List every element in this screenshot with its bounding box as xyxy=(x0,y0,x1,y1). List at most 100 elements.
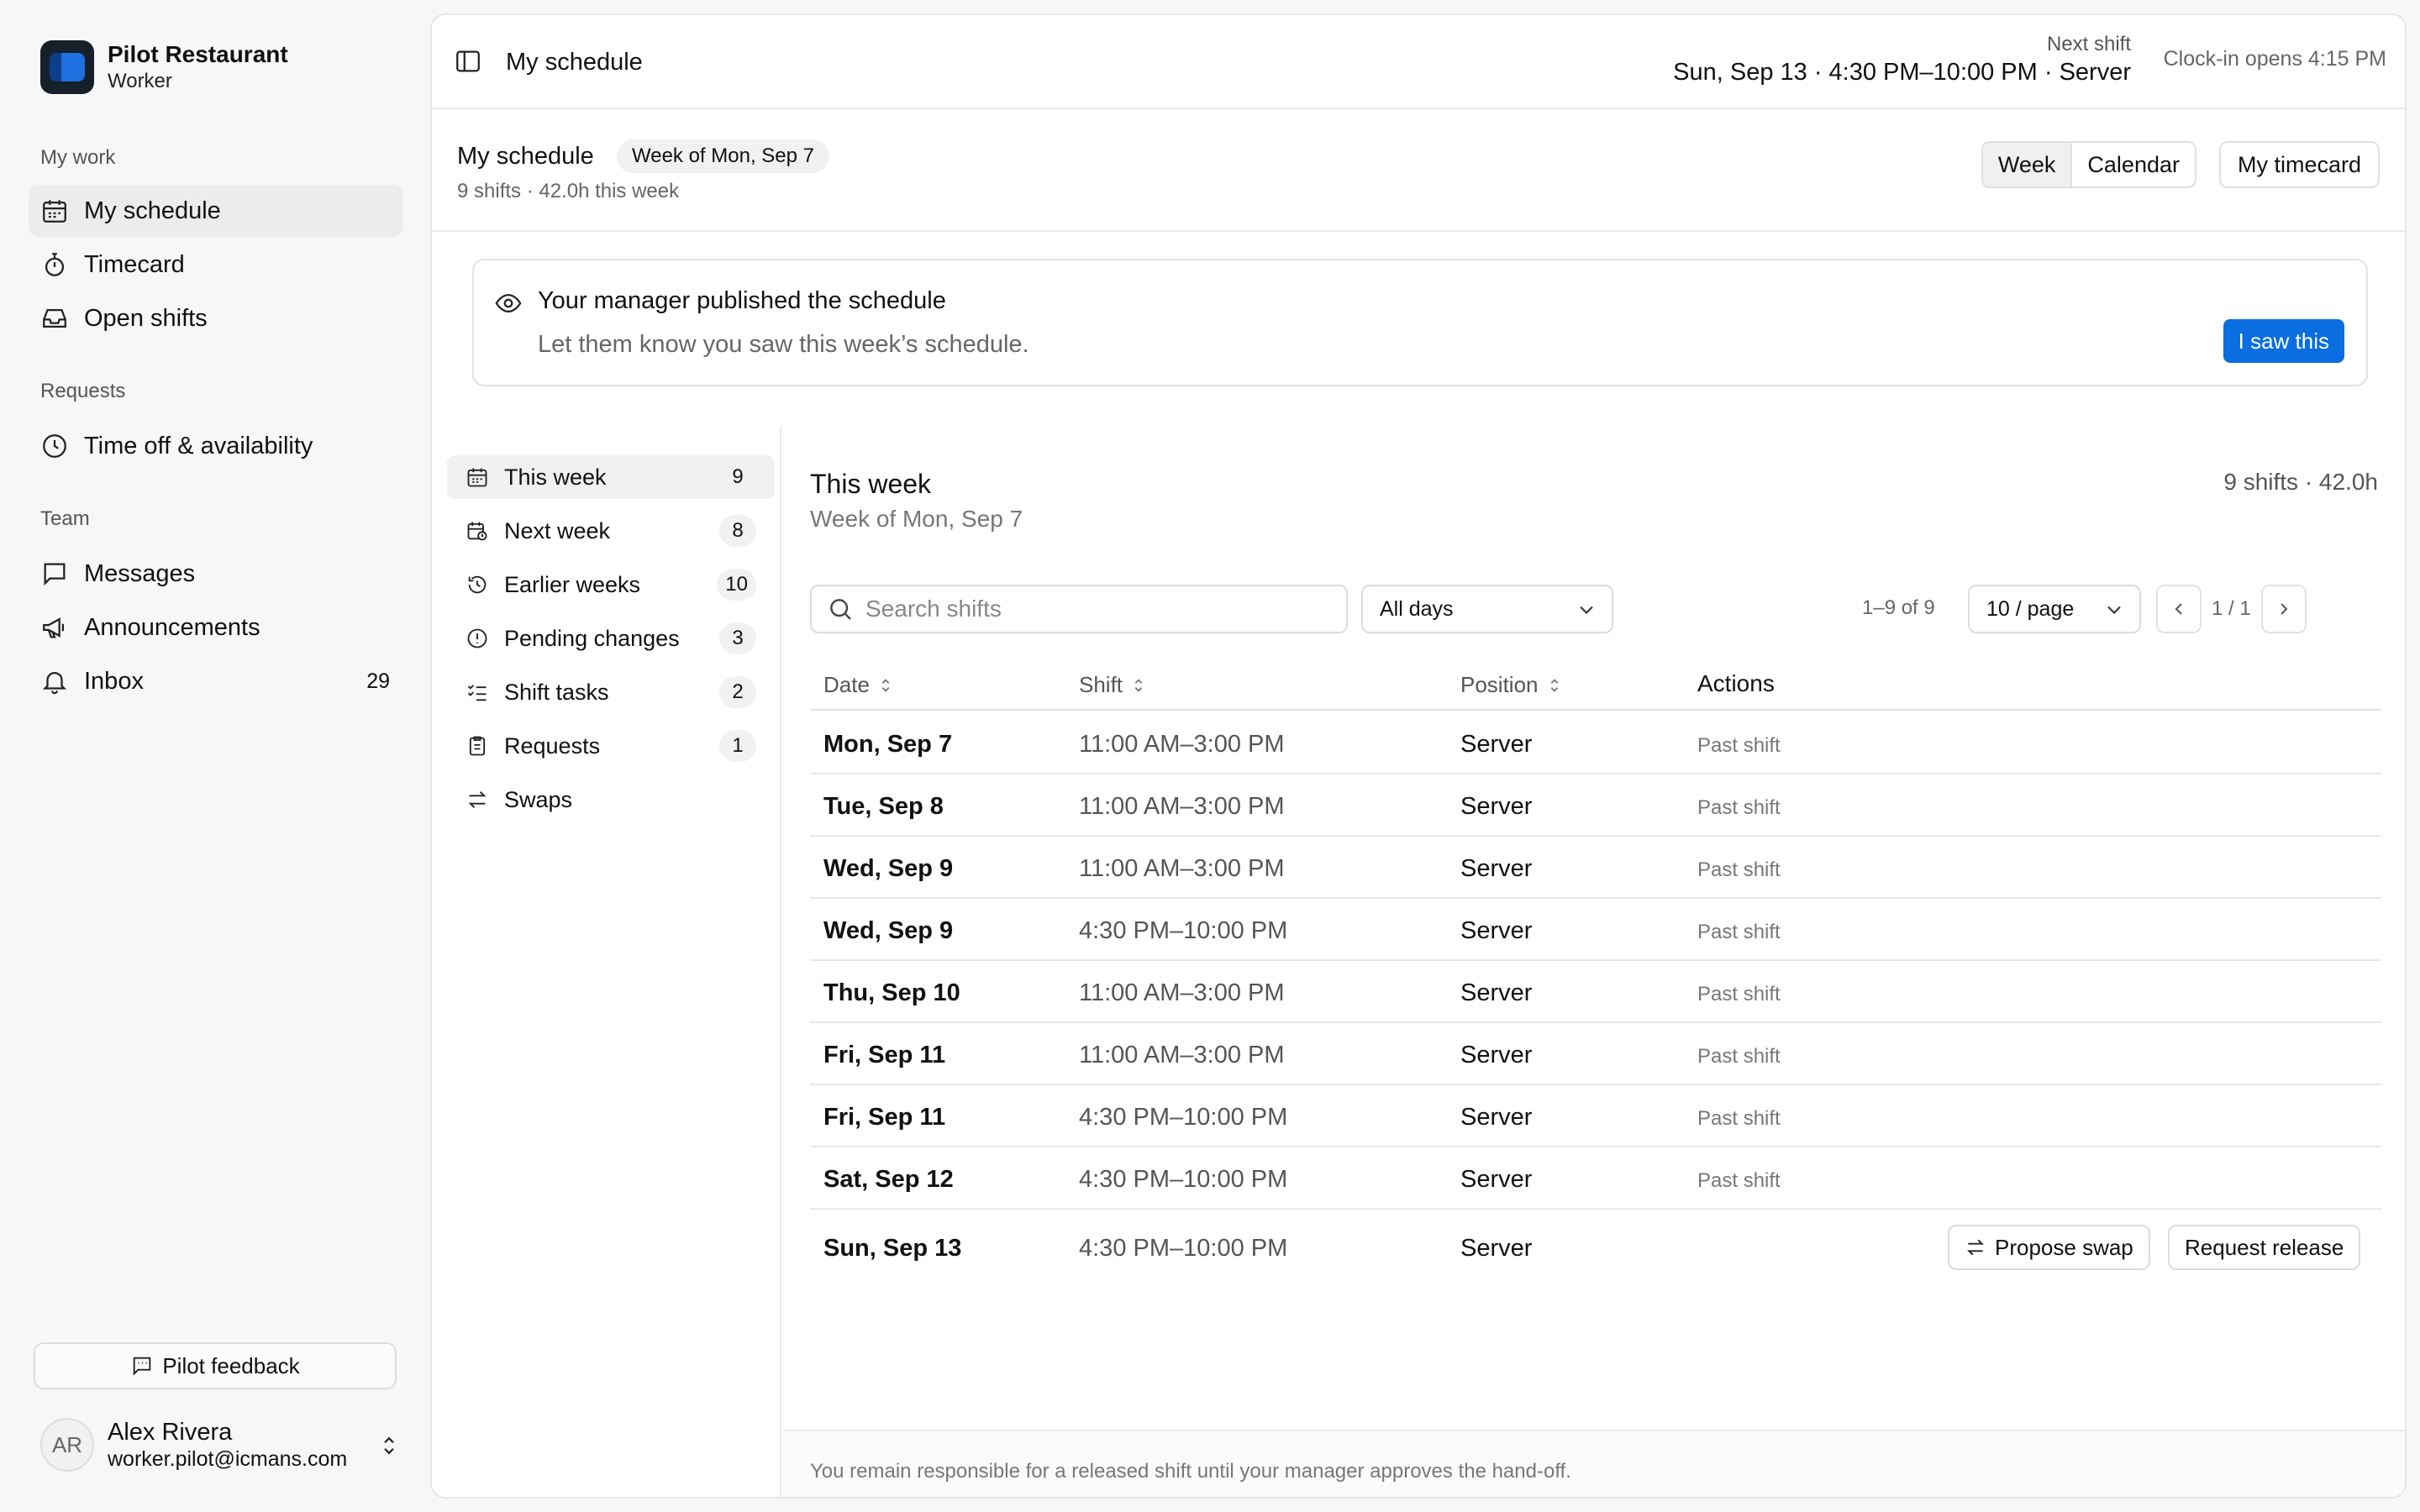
search-icon xyxy=(827,596,854,622)
brand[interactable]: Pilot Restaurant Worker xyxy=(40,40,288,94)
sidebar-item-label: Announcements xyxy=(84,613,260,641)
my-timecard-button[interactable]: My timecard xyxy=(2218,141,2380,188)
schedule-published-notice: Your manager published the schedule Let … xyxy=(472,259,2368,386)
user-menu[interactable]: AR Alex Rivera worker.pilot@icmans.com xyxy=(40,1418,402,1472)
submenu-count: 8 xyxy=(719,515,756,547)
submenu-requests[interactable]: Requests 1 xyxy=(447,724,775,768)
next-page-button[interactable] xyxy=(2260,585,2307,633)
row-status: Past shift xyxy=(1697,921,1781,943)
table-row: Fri, Sep 11 11:00 AM–3:00 PM Server Past… xyxy=(810,1023,2381,1085)
swap-icon xyxy=(1965,1236,1986,1258)
row-shift: 4:30 PM–10:00 PM xyxy=(1079,917,1288,944)
prev-page-button[interactable] xyxy=(2156,585,2202,633)
submenu-pending-changes[interactable]: Pending changes 3 xyxy=(447,617,775,660)
row-position: Server xyxy=(1460,855,1533,882)
sort-icon xyxy=(1134,678,1143,692)
submenu-swaps[interactable]: Swaps xyxy=(447,778,775,822)
checklist-icon xyxy=(466,680,489,704)
day-filter-value: All days xyxy=(1380,596,1454,621)
sidebar-item-label: Time off & availability xyxy=(84,432,313,459)
sort-icon xyxy=(1550,678,1558,692)
column-actions: Actions xyxy=(1697,670,1775,696)
row-shift: 4:30 PM–10:00 PM xyxy=(1079,1104,1288,1131)
submenu-label: Shift tasks xyxy=(504,679,609,705)
row-date: Sun, Sep 13 xyxy=(823,1235,962,1262)
footer-note-text: You remain responsible for a released sh… xyxy=(810,1460,1571,1483)
view-toggle: Week Calendar xyxy=(1981,141,2196,188)
calendar-icon xyxy=(40,197,69,225)
sidebar-item-inbox[interactable]: Inbox 29 xyxy=(29,655,403,707)
row-status: Past shift xyxy=(1697,1169,1781,1192)
day-filter-select[interactable]: All days xyxy=(1361,585,1613,633)
search-input[interactable] xyxy=(865,596,1319,622)
bell-icon xyxy=(40,667,69,696)
submenu-this-week[interactable]: This week 9 xyxy=(447,455,775,499)
row-shift: 11:00 AM–3:00 PM xyxy=(1079,855,1285,882)
table-row: Wed, Sep 9 4:30 PM–10:00 PM Server Past … xyxy=(810,899,2381,961)
row-shift: 4:30 PM–10:00 PM xyxy=(1079,1166,1288,1193)
sidebar-toggle-icon[interactable] xyxy=(454,47,482,76)
column-shift[interactable]: Shift xyxy=(1079,672,1148,698)
view-calendar-button[interactable]: Calendar xyxy=(2072,143,2195,186)
subheader: My schedule Week of Mon, Sep 7 9 shifts … xyxy=(432,109,2405,232)
section-my-work: My work xyxy=(40,146,116,169)
submenu-label: This week xyxy=(504,464,607,490)
message-icon xyxy=(40,559,69,588)
chevron-down-icon xyxy=(1575,598,1598,622)
megaphone-icon xyxy=(40,613,69,642)
propose-swap-label: Propose swap xyxy=(1995,1234,2133,1260)
table-row: Fri, Sep 11 4:30 PM–10:00 PM Server Past… xyxy=(810,1085,2381,1147)
submenu-next-week[interactable]: Next week 8 xyxy=(447,509,775,553)
column-date[interactable]: Date xyxy=(823,672,895,698)
inbox-tray-icon xyxy=(40,304,69,333)
notice-subtitle: Let them know you saw this week’s schedu… xyxy=(538,331,1029,358)
table-row: Wed, Sep 9 11:00 AM–3:00 PM Server Past … xyxy=(810,837,2381,899)
submenu-label: Requests xyxy=(504,732,601,759)
column-position[interactable]: Position xyxy=(1460,672,1564,698)
inbox-count: 29 xyxy=(366,669,390,693)
stopwatch-icon xyxy=(40,250,69,279)
row-position: Server xyxy=(1460,731,1533,758)
sidebar-item-open-shifts[interactable]: Open shifts xyxy=(29,292,403,344)
row-position: Server xyxy=(1460,1104,1533,1131)
submenu-count: 9 xyxy=(732,465,744,488)
chevron-right-icon xyxy=(2280,603,2288,615)
submenu-earlier-weeks[interactable]: Earlier weeks 10 xyxy=(447,563,775,606)
next-shift-value: Sun, Sep 13 · 4:30 PM–10:00 PM · Server xyxy=(1673,59,2131,86)
request-release-button[interactable]: Request release xyxy=(2168,1225,2361,1270)
sidebar-item-time-off[interactable]: Time off & availability xyxy=(29,420,403,472)
sidebar: Pilot Restaurant Worker My work My sched… xyxy=(0,0,429,1512)
row-position: Server xyxy=(1460,1166,1533,1193)
subheader-meta: 9 shifts · 42.0h this week xyxy=(457,180,680,202)
sidebar-item-messages[interactable]: Messages xyxy=(29,548,403,600)
pilot-feedback-button[interactable]: Pilot feedback xyxy=(34,1342,397,1389)
pagination: 1 / 1 xyxy=(2156,585,2307,633)
notice-title: Your manager published the schedule xyxy=(538,287,946,314)
eye-icon xyxy=(494,289,523,318)
schedule-submenu: This week 9 Next week 8 Earlier weeks 10… xyxy=(432,427,781,1497)
sidebar-item-my-schedule[interactable]: My schedule xyxy=(29,185,403,237)
table-row: Sat, Sep 12 4:30 PM–10:00 PM Server Past… xyxy=(810,1147,2381,1210)
row-position: Server xyxy=(1460,793,1533,820)
page-indicator: 1 / 1 xyxy=(2212,597,2251,620)
submenu-shift-tasks[interactable]: Shift tasks 2 xyxy=(447,670,775,714)
search-box[interactable] xyxy=(810,585,1348,633)
submenu-label: Pending changes xyxy=(504,625,680,651)
table-row: Thu, Sep 10 11:00 AM–3:00 PM Server Past… xyxy=(810,961,2381,1023)
brand-name: Pilot Restaurant xyxy=(108,41,288,67)
row-shift: 11:00 AM–3:00 PM xyxy=(1079,1042,1285,1068)
row-date: Fri, Sep 11 xyxy=(823,1042,946,1068)
next-shift-label: Next shift xyxy=(2046,33,2131,55)
sidebar-item-announcements[interactable]: Announcements xyxy=(29,601,403,654)
view-week-button[interactable]: Week xyxy=(1982,143,2073,186)
chevron-left-icon xyxy=(2175,603,2182,615)
sort-icon xyxy=(881,678,890,692)
table-row: Tue, Sep 8 11:00 AM–3:00 PM Server Past … xyxy=(810,774,2381,837)
page-size-select[interactable]: 10 / page xyxy=(1968,585,2141,633)
i-saw-this-button[interactable]: I saw this xyxy=(2223,319,2344,363)
sidebar-item-label: Inbox xyxy=(84,667,144,695)
propose-swap-button[interactable]: Propose swap xyxy=(1948,1225,2150,1270)
content-title: This week xyxy=(810,469,932,499)
submenu-label: Next week xyxy=(504,517,611,543)
sidebar-item-timecard[interactable]: Timecard xyxy=(29,239,403,291)
